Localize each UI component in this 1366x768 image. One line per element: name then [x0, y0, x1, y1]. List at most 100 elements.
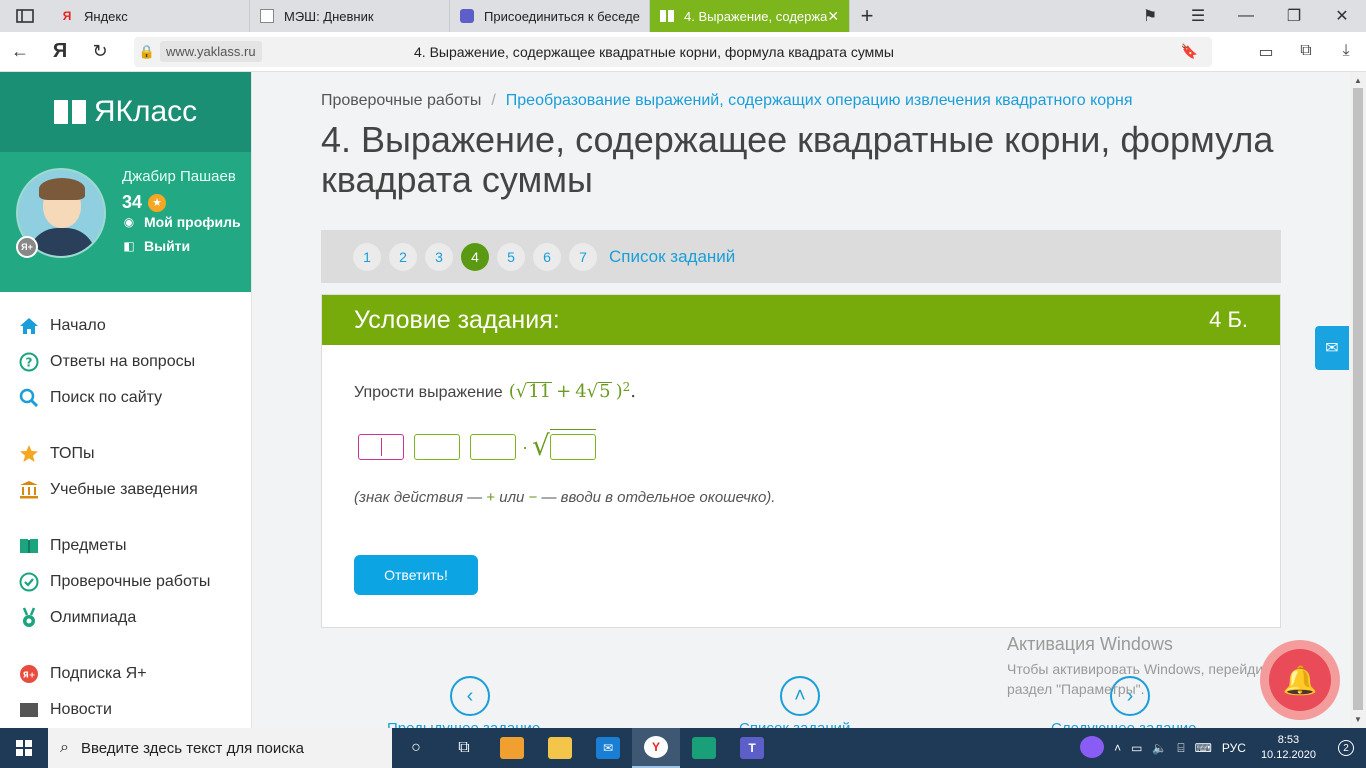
alice-icon[interactable] — [1075, 735, 1109, 761]
page-1-button[interactable]: 1 — [353, 242, 381, 271]
menu-icon[interactable]: ☰ — [1174, 6, 1222, 26]
chevron-left-icon: ‹ — [466, 684, 474, 707]
mail-app-icon[interactable]: ✉ — [584, 728, 632, 768]
expr-plus: + — [556, 381, 572, 402]
page-title: 4. Выражение, содержащее квадратные корн… — [321, 119, 1274, 200]
back-icon[interactable]: ← — [0, 41, 40, 62]
submit-answer-button[interactable]: Ответить! — [354, 555, 478, 595]
sidebar-item-news[interactable]: Новости — [0, 692, 251, 728]
extensions-icon[interactable]: ⧉ — [1286, 42, 1326, 62]
school-icon — [18, 479, 40, 501]
vertical-scrollbar[interactable]: ▲ ▼ — [1350, 72, 1366, 728]
reload-icon[interactable]: ↻ — [80, 41, 120, 62]
tabs-panel-icon[interactable] — [0, 0, 50, 32]
radicand-1: 11 — [527, 381, 553, 402]
battery-tray-icon[interactable]: ▭ — [1126, 741, 1147, 755]
cortana-icon[interactable]: ○ — [392, 728, 440, 768]
bookmark-icon[interactable]: 🔖 — [1181, 43, 1198, 60]
taskbar-search[interactable]: ⌕ Введите здесь текст для поиска — [48, 728, 392, 768]
keyboard-icon[interactable]: ⌨ — [1190, 741, 1217, 755]
page-2-button[interactable]: 2 — [389, 242, 417, 271]
sidebar-item-search[interactable]: Поиск по сайту — [0, 380, 251, 416]
page-5-button[interactable]: 5 — [497, 242, 525, 271]
kaspersky-icon[interactable] — [680, 728, 728, 768]
scroll-down-icon[interactable]: ▼ — [1350, 715, 1366, 724]
task-list-label[interactable]: Список заданий — [739, 720, 850, 728]
sidebar-item-subjects[interactable]: Предметы — [0, 528, 251, 564]
sign-input[interactable] — [358, 434, 404, 460]
battery-icon[interactable]: ▭ — [1246, 42, 1286, 62]
breadcrumb-current[interactable]: Преобразование выражений, содержащих опе… — [506, 92, 1133, 110]
tab-label: МЭШ: Дневник — [284, 8, 374, 24]
hint-minus: − — [528, 489, 538, 506]
download-icon[interactable]: ⤓ — [1326, 42, 1366, 62]
feedback-mail-button[interactable]: ✉ — [1315, 326, 1349, 370]
page-3-button[interactable]: 3 — [425, 242, 453, 271]
lock-icon[interactable]: 🔒 — [134, 44, 160, 60]
math-expression: ( √ 11 + 4 √ 5 ) 2 . — [509, 380, 636, 402]
restore-icon[interactable]: ❐ — [1270, 6, 1318, 26]
breadcrumb-root[interactable]: Проверочные работы — [321, 92, 481, 110]
sidebar-item-schools[interactable]: Учебные заведения — [0, 472, 251, 508]
page-7-button[interactable]: 7 — [569, 242, 597, 271]
teams-icon[interactable]: T — [728, 728, 776, 768]
profile-label: Мой профиль — [144, 214, 241, 230]
store-icon[interactable] — [488, 728, 536, 768]
main-content: Проверочные работы / Преобразование выра… — [253, 72, 1350, 728]
expr-period: . — [630, 381, 636, 402]
chevron-up-icon: ˄ — [794, 684, 806, 707]
medal-icon — [18, 607, 40, 629]
scroll-up-icon[interactable]: ▲ — [1350, 76, 1366, 85]
tab-yandex[interactable]: Я Яндекс — [50, 0, 250, 32]
next-task-label[interactable]: Следующее задание — [1051, 720, 1196, 728]
taskbar-search-placeholder: Введите здесь текст для поиска — [80, 739, 304, 757]
sidebar-item-subscription[interactable]: Я+ Подписка Я+ — [0, 656, 251, 692]
task-list-link[interactable]: Список заданий — [609, 247, 735, 267]
sidebar-item-tops[interactable]: ТОПы — [0, 436, 251, 472]
sidebar-item-home[interactable]: Начало — [0, 308, 251, 344]
bookmarks-icon[interactable]: ⚑ — [1126, 6, 1174, 26]
answer-input-radicand[interactable] — [549, 434, 596, 460]
windows-logo-icon — [16, 740, 32, 756]
close-window-icon[interactable]: ✕ — [1318, 6, 1366, 26]
start-button[interactable] — [0, 728, 48, 768]
action-center-button[interactable]: 2 — [1326, 740, 1366, 756]
yandex-browser-icon[interactable]: Y — [632, 728, 680, 768]
answer-input-1[interactable] — [414, 434, 460, 460]
notifications-bell-button[interactable]: 🔔 — [1260, 640, 1340, 720]
logout-link[interactable]: ◧ Выйти — [122, 238, 190, 254]
task-list-button[interactable]: ˄ — [780, 676, 820, 716]
tab-mesh-diary[interactable]: МЭШ: Дневник — [250, 0, 450, 32]
close-tab-icon[interactable]: ✕ — [827, 8, 839, 25]
volume-icon[interactable]: 🔈 — [1147, 741, 1172, 755]
language-indicator[interactable]: РУС — [1217, 741, 1251, 755]
url-field[interactable]: 🔒 www.yaklass.ru 4. Выражение, содержаще… — [134, 36, 1212, 67]
prev-task-button[interactable]: ‹ — [450, 676, 490, 716]
answer-input-2[interactable] — [470, 434, 516, 460]
yplus-badge-icon[interactable]: Я+ — [16, 236, 38, 258]
logout-label: Выйти — [144, 238, 191, 254]
clock[interactable]: 8:53 10.12.2020 — [1251, 733, 1326, 763]
teams-favicon-icon — [460, 9, 474, 23]
scrollbar-thumb[interactable] — [1353, 88, 1363, 710]
minimize-icon[interactable]: — — [1222, 7, 1270, 25]
sidebar-item-tests[interactable]: Проверочные работы — [0, 564, 251, 600]
page-4-button-current[interactable]: 4 — [461, 242, 489, 271]
task-view-icon[interactable]: ⧉ — [440, 728, 488, 768]
prev-task-label[interactable]: Предыдущее задание — [387, 720, 540, 728]
tab-yaklass-active[interactable]: 4. Выражение, содержа ✕ — [650, 0, 850, 32]
book-logo-icon — [53, 100, 86, 124]
page-6-button[interactable]: 6 — [533, 242, 561, 271]
sidebar-item-answers[interactable]: ? Ответы на вопросы — [0, 344, 251, 380]
star-icon: ★ — [148, 193, 167, 212]
sidebar-item-olympiad[interactable]: Олимпиада — [0, 600, 251, 636]
yaklass-logo[interactable]: ЯКласс — [0, 72, 251, 152]
yandex-logo[interactable]: Я — [40, 40, 80, 63]
breadcrumb-separator: / — [491, 92, 496, 109]
tray-expand-icon[interactable]: ˄ — [1109, 741, 1126, 755]
my-profile-link[interactable]: ◉ Мой профиль — [122, 214, 241, 230]
file-explorer-icon[interactable] — [536, 728, 584, 768]
tab-teams-meeting[interactable]: Присоединиться к беседе — [450, 0, 650, 32]
network-icon[interactable]: ⌸ — [1172, 741, 1189, 756]
new-tab-button[interactable]: + — [850, 0, 884, 32]
